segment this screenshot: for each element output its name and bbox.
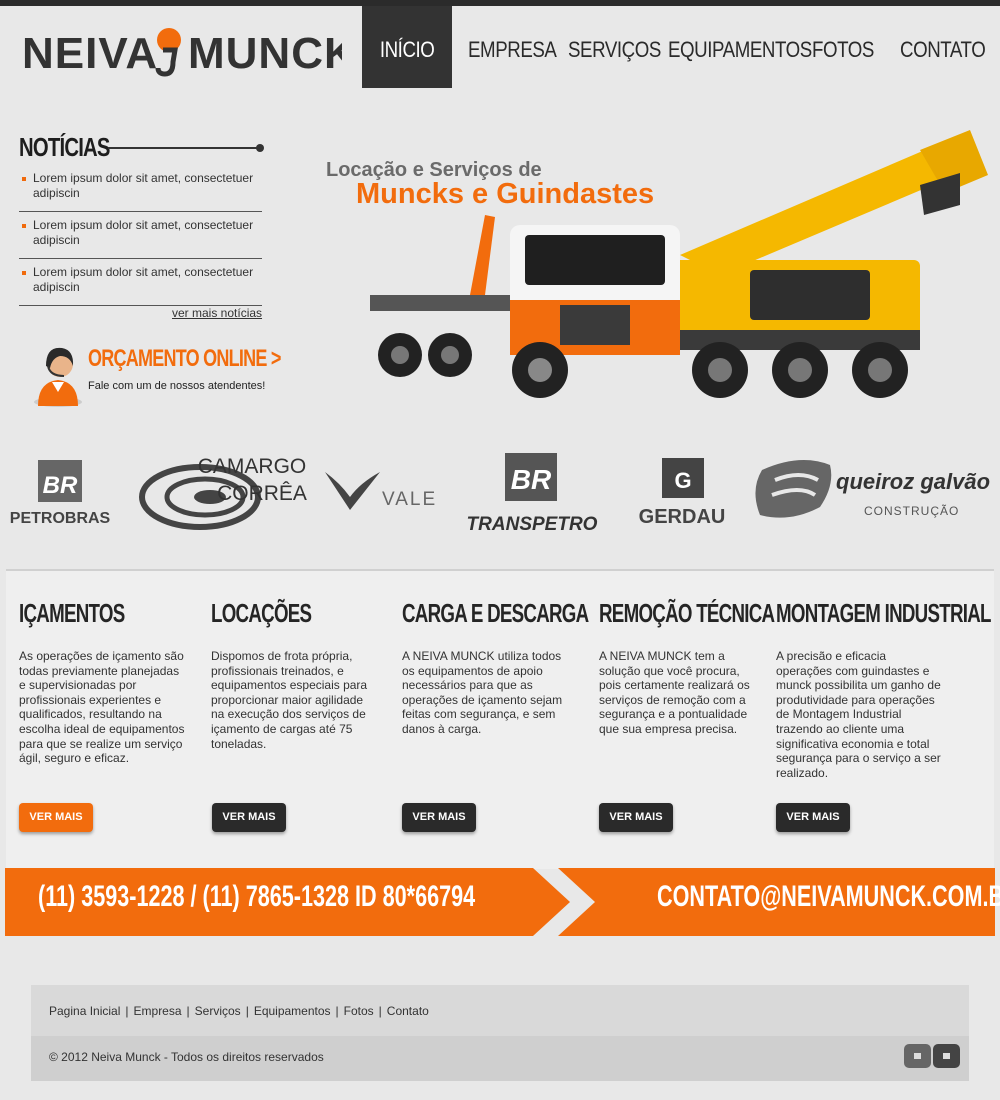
- service-title: IÇAMENTOS: [19, 598, 125, 628]
- transpetro-logo: BR TRANSPETRO: [467, 453, 598, 535]
- service-title: MONTAGEM INDUSTRIAL: [776, 598, 991, 628]
- footer-link-equipamentos[interactable]: Equipamentos: [254, 1004, 331, 1018]
- ver-mais-button-montagem[interactable]: VER MAIS: [776, 803, 850, 832]
- nav-inicio[interactable]: INÍCIO: [362, 6, 452, 88]
- queiroz-galvao-logo: queiroz galvão CONSTRUÇÃO: [755, 460, 990, 518]
- client-logos: BR PETROBRAS CAMARGO CORRÊA VALE BR TRAN…: [10, 453, 990, 535]
- footer-link-servicos[interactable]: Serviços: [195, 1004, 241, 1018]
- service-title: REMOÇÃO TÉCNICA: [599, 598, 775, 628]
- nav-servicos[interactable]: SERVIÇOS: [568, 6, 661, 88]
- footer-links: Pagina Inicial | Empresa | Serviços | Equipame…: [49, 1004, 429, 1018]
- nav-equipamentos[interactable]: EQUIPAMENTOS: [668, 6, 812, 88]
- more-news-link[interactable]: ver mais notícias: [172, 306, 262, 320]
- news-title: NOTÍCIAS: [19, 132, 110, 162]
- ver-mais-button-locacoes[interactable]: VER MAIS: [212, 803, 286, 832]
- gerdau-logo: G GERDAU: [639, 458, 726, 528]
- svg-text:TRANSPETRO: TRANSPETRO: [467, 514, 598, 535]
- news-item[interactable]: Lorem ipsum dolor sit amet, consectetuer…: [19, 259, 262, 306]
- service-text: A NEIVA MUNCK utiliza todos os equipamen…: [402, 649, 563, 736]
- online-quote-title[interactable]: ORÇAMENTO ONLINE >: [88, 345, 281, 373]
- svg-text:VALE: VALE: [382, 489, 437, 510]
- ver-mais-button-carga[interactable]: VER MAIS: [402, 803, 476, 832]
- news-divider: [108, 147, 260, 149]
- crane-hook-icon: [155, 28, 181, 77]
- neiva-munck-logo[interactable]: NEIVA MUNCK: [22, 22, 342, 86]
- ver-mais-button-remocao[interactable]: VER MAIS: [599, 803, 673, 832]
- svg-text:PETROBRAS: PETROBRAS: [10, 510, 111, 527]
- contact-phones[interactable]: (11) 3593-1228 / (11) 7865-1328 ID 80*66…: [38, 880, 475, 914]
- svg-text:CAMARGO: CAMARGO: [198, 455, 307, 478]
- service-text: A precisão e eficacia operações com guin…: [776, 649, 941, 780]
- svg-text:GERDAU: GERDAU: [639, 506, 726, 528]
- service-icamentos: IÇAMENTOS As operações de içamento são t…: [19, 598, 187, 766]
- svg-text:CORRÊA: CORRÊA: [217, 482, 307, 505]
- service-locacoes: LOCAÇÕES Dispomos de frota própria, prof…: [211, 598, 373, 751]
- news-divider-dot: [256, 144, 264, 152]
- main-nav: INÍCIO EMPRESA SERVIÇOS EQUIPAMENTOS FOT…: [362, 6, 990, 88]
- service-carga-descarga: CARGA E DESCARGA A NEIVA MUNCK utiliza t…: [402, 598, 589, 737]
- nav-fotos[interactable]: FOTOS: [812, 6, 887, 88]
- service-remocao-tecnica: REMOÇÃO TÉCNICA A NEIVA MUNCK tem a solu…: [599, 598, 775, 737]
- service-text: A NEIVA MUNCK tem a solução que você pro…: [599, 649, 750, 736]
- news-item[interactable]: Lorem ipsum dolor sit amet, consectetuer…: [19, 212, 262, 259]
- vale-logo: VALE: [325, 472, 437, 510]
- service-title: CARGA E DESCARGA: [402, 598, 589, 628]
- camargo-correa-logo: CAMARGO CORRÊA: [139, 455, 307, 530]
- online-quote-subtitle: Fale com um de nossos atendentes!: [88, 380, 266, 392]
- news-item[interactable]: Lorem ipsum dolor sit amet, consectetuer…: [19, 165, 262, 212]
- service-text: As operações de içamento são todas previ…: [19, 649, 185, 766]
- svg-text:queiroz galvão: queiroz galvão: [836, 469, 990, 494]
- petrobras-logo: BR PETROBRAS: [10, 460, 111, 527]
- svg-text:BR: BR: [511, 464, 552, 495]
- footer-link-inicio[interactable]: Pagina Inicial: [49, 1004, 120, 1018]
- service-text: Dispomos de frota própria, profissionais…: [211, 649, 368, 751]
- nav-empresa[interactable]: EMPRESA: [468, 6, 557, 88]
- nav-contato[interactable]: CONTATO: [900, 6, 986, 88]
- svg-text:BR: BR: [43, 472, 78, 499]
- footer-link-fotos[interactable]: Fotos: [344, 1004, 374, 1018]
- orange-munck-truck: [370, 215, 680, 398]
- yellow-crane-truck: [650, 130, 988, 398]
- logo-text-right: MUNCK: [188, 29, 342, 78]
- footer-link-empresa[interactable]: Empresa: [134, 1004, 182, 1018]
- svg-text:G: G: [674, 468, 691, 493]
- developer-badge-icon[interactable]: [904, 1043, 960, 1069]
- contact-email[interactable]: CONTATO@NEIVAMUNCK.COM.BR: [657, 880, 1000, 914]
- logo-text-left: NEIVA: [22, 29, 158, 78]
- news-list: Lorem ipsum dolor sit amet, consectetuer…: [19, 165, 262, 306]
- footer-link-contato[interactable]: Contato: [387, 1004, 429, 1018]
- ver-mais-button-icamentos[interactable]: VER MAIS: [19, 803, 93, 832]
- hero-headline-line2: Muncks e Guindastes: [356, 178, 655, 210]
- svg-text:CONSTRUÇÃO: CONSTRUÇÃO: [864, 504, 959, 518]
- copyright-text: © 2012 Neiva Munck - Todos os direitos r…: [49, 1050, 324, 1064]
- service-title: LOCAÇÕES: [211, 598, 312, 628]
- service-montagem-industrial: MONTAGEM INDUSTRIAL A precisão e eficaci…: [776, 598, 991, 780]
